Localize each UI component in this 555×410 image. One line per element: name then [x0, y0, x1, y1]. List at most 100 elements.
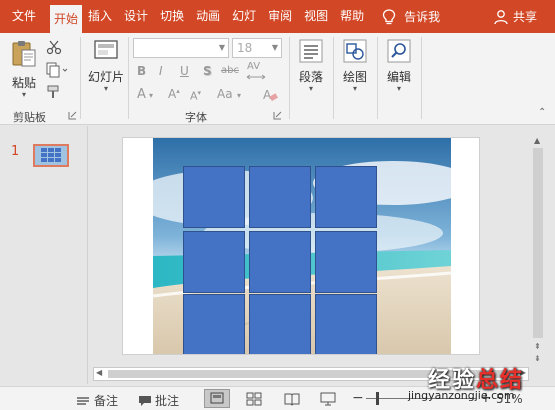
drawing-label: 绘图: [342, 70, 367, 84]
watermark-url: jingyanzongjie.com: [408, 389, 515, 402]
shadow-button[interactable]: S: [203, 64, 212, 78]
tab-help[interactable]: 帮助: [334, 0, 370, 33]
italic-button[interactable]: I: [159, 64, 163, 78]
paste-icon: [12, 41, 36, 67]
slide-sorter-icon[interactable]: [246, 392, 262, 406]
previous-slide-icon[interactable]: ⇞: [534, 342, 541, 351]
puzzle-tile[interactable]: [249, 294, 311, 354]
reading-view-icon[interactable]: [284, 392, 300, 406]
next-slide-icon[interactable]: ⇟: [534, 354, 541, 363]
person-icon: [494, 9, 508, 24]
normal-view-button[interactable]: [204, 389, 230, 408]
char-spacing-button[interactable]: AV: [247, 61, 260, 72]
tab-insert[interactable]: 插入: [82, 0, 118, 33]
dialog-launcher-icon[interactable]: [273, 111, 282, 120]
notes-label: 备注: [94, 394, 119, 408]
copy-icon[interactable]: [46, 62, 68, 78]
slides-dropdown-arrow[interactable]: ▾: [86, 85, 126, 93]
tab-review[interactable]: 审阅: [262, 0, 298, 33]
font-color-button[interactable]: A: [137, 87, 146, 102]
shapes-icon: [343, 39, 367, 63]
tab-view[interactable]: 视图: [298, 0, 334, 33]
tab-home[interactable]: 开始: [50, 5, 83, 33]
puzzle-tile[interactable]: [315, 166, 377, 228]
editing-dropdown-arrow[interactable]: ▾: [381, 85, 417, 93]
paragraph-dropdown-arrow[interactable]: ▾: [293, 85, 329, 93]
increase-font-button[interactable]: A▴: [168, 87, 180, 101]
change-case-button[interactable]: Aa: [217, 87, 233, 101]
tab-transitions[interactable]: 切换: [154, 0, 190, 33]
scroll-up-arrow[interactable]: ▲: [534, 136, 540, 145]
chevron-down-icon[interactable]: ▼: [272, 43, 278, 52]
decrease-font-button[interactable]: A▾: [190, 89, 201, 103]
format-painter-icon[interactable]: [46, 84, 64, 100]
editing-label: 编辑: [386, 70, 411, 84]
slide-number: 1: [11, 144, 20, 159]
tab-file[interactable]: 文件: [0, 0, 50, 33]
ribbon-tab-bar: 文件 开始 插入 设计 切换 动画 幻灯 审阅 视图 帮助 告诉我 共享: [0, 0, 555, 33]
tell-me-box[interactable]: 告诉我: [382, 8, 440, 25]
bold-button[interactable]: B: [137, 64, 146, 78]
puzzle-tile[interactable]: [249, 231, 311, 293]
underline-button[interactable]: U: [180, 64, 189, 78]
tell-me-label: 告诉我: [404, 10, 441, 24]
notes-icon: [77, 396, 89, 405]
slide-thumbnail[interactable]: [33, 144, 69, 167]
dialog-launcher-icon[interactable]: [68, 111, 77, 120]
tab-design[interactable]: 设计: [118, 0, 154, 33]
svg-text:A: A: [263, 88, 272, 102]
zoom-slider-thumb[interactable]: [376, 392, 379, 405]
puzzle-tile[interactable]: [183, 231, 245, 293]
group-separator: [421, 37, 422, 119]
normal-view-icon: [210, 392, 224, 404]
clipboard-group-label: 剪贴板: [13, 111, 46, 124]
editing-button[interactable]: 编辑 ▾: [381, 39, 417, 93]
paragraph-icon: [299, 39, 323, 63]
spacing-arrows-icon: [246, 74, 266, 80]
new-slide-icon: [94, 40, 118, 59]
chevron-down-icon[interactable]: ▼: [219, 43, 225, 52]
font-name-combo[interactable]: ▼: [133, 38, 229, 58]
slideshow-icon[interactable]: [320, 392, 336, 406]
paragraph-button[interactable]: 段落 ▾: [293, 39, 329, 93]
group-separator: [80, 37, 81, 119]
font-size-value: 18: [237, 41, 253, 55]
slide-canvas[interactable]: [122, 137, 480, 355]
strikethrough-button[interactable]: abc: [221, 65, 239, 76]
drawing-dropdown-arrow[interactable]: ▾: [337, 85, 373, 93]
paste-dropdown-arrow[interactable]: ▾: [6, 91, 42, 99]
comments-button[interactable]: 批注: [138, 392, 179, 409]
font-group-label: 字体: [185, 111, 207, 124]
paragraph-label: 段落: [298, 70, 323, 84]
puzzle-tile[interactable]: [315, 231, 377, 293]
tab-slideshow[interactable]: 幻灯: [226, 0, 262, 33]
collapse-ribbon-icon[interactable]: ⌃: [538, 107, 546, 118]
drawing-button[interactable]: 绘图 ▾: [337, 39, 373, 93]
find-icon: [387, 39, 411, 63]
thumbnail-preview: [35, 146, 67, 165]
group-separator: [333, 37, 334, 119]
share-label: 共享: [512, 10, 537, 24]
slides-button[interactable]: 幻灯片 ▾: [86, 37, 126, 93]
comment-icon: [139, 395, 151, 406]
puzzle-tile[interactable]: [249, 166, 311, 228]
puzzle-tile[interactable]: [315, 294, 377, 354]
clear-formatting-icon[interactable]: A: [262, 87, 278, 103]
scroll-left-arrow[interactable]: ◀: [96, 368, 102, 377]
tab-animations[interactable]: 动画: [190, 0, 226, 33]
notes-button[interactable]: 备注: [76, 392, 118, 409]
ribbon-home: 粘贴 ▾ 剪贴板 幻灯片 ▾ ▼ 18 ▼ B I U S abc AV A ▾…: [0, 33, 555, 125]
lightbulb-icon: [383, 8, 396, 24]
zoom-out-button[interactable]: −: [352, 390, 364, 406]
change-case-dropdown[interactable]: ▾: [237, 91, 241, 100]
share-button[interactable]: 共享: [493, 8, 537, 25]
font-color-dropdown[interactable]: ▾: [149, 91, 153, 100]
group-separator: [289, 37, 290, 119]
puzzle-tile[interactable]: [183, 294, 245, 354]
scrollbar-thumb[interactable]: [533, 148, 543, 338]
cut-icon[interactable]: [46, 39, 62, 55]
puzzle-tile[interactable]: [183, 166, 245, 228]
font-size-combo[interactable]: 18 ▼: [232, 38, 282, 58]
vertical-scrollbar[interactable]: ▲ ⇞ ⇟: [531, 134, 545, 366]
paste-button[interactable]: 粘贴 ▾: [6, 39, 42, 99]
